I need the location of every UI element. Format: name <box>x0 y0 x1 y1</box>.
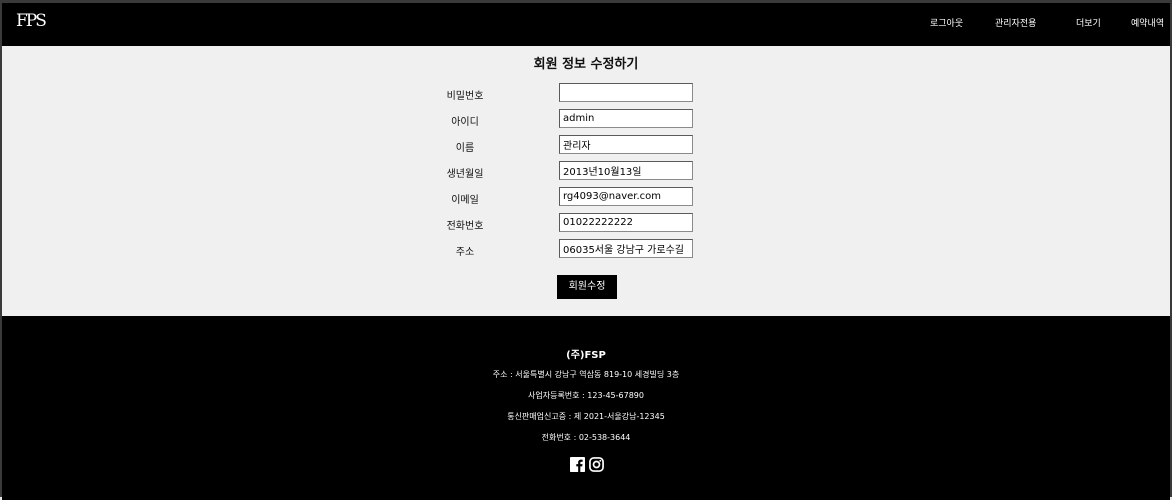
submit-edit-button[interactable]: 회원수정 <box>557 275 617 299</box>
password-field[interactable] <box>559 83 693 102</box>
footer-telecom-no: 통신판매업신고증 : 제 2021-서울강남-12345 <box>507 412 665 421</box>
nav-admin-link[interactable]: 관리자전용 <box>995 16 1036 29</box>
nav-reservations-link[interactable]: 예약내역 <box>1131 16 1164 29</box>
edit-member-form: 회원 정보 수정하기 비밀번호 아이디 이름 생년월일 이메일 전화번호 주소 … <box>2 46 1170 316</box>
page-frame: FPS 로그아웃 관리자전용 더보기 예약내역 회원 정보 수정하기 비밀번호 … <box>0 0 1172 500</box>
nav-more-link[interactable]: 더보기 <box>1076 16 1101 29</box>
phone-label: 전화번호 <box>446 221 484 232</box>
logo[interactable]: FPS <box>16 11 47 31</box>
top-header: FPS 로그아웃 관리자전용 더보기 예약내역 <box>2 3 1170 46</box>
address-label: 주소 <box>455 247 475 258</box>
footer-phone: 전화번호 : 02-538-3644 <box>541 433 631 442</box>
id-field[interactable] <box>559 109 693 128</box>
password-label: 비밀번호 <box>446 91 484 102</box>
id-label: 아이디 <box>451 117 479 128</box>
name-field[interactable] <box>559 135 693 154</box>
name-label: 이름 <box>455 143 475 154</box>
footer-company: (주)FSP <box>566 350 606 361</box>
email-label: 이메일 <box>451 195 479 206</box>
footer-address: 주소 : 서울특별시 강남구 역삼동 819-10 세경빌딩 3층 <box>492 370 680 379</box>
address-field[interactable] <box>559 239 693 258</box>
birthdate-field[interactable] <box>559 161 693 180</box>
instagram-icon[interactable] <box>589 457 604 472</box>
footer-business-no: 사업자등록번호 : 123-45-67890 <box>528 391 644 400</box>
phone-field[interactable] <box>559 213 693 232</box>
page-title: 회원 정보 수정하기 <box>533 57 639 72</box>
facebook-icon[interactable] <box>570 457 585 472</box>
email-field[interactable] <box>559 187 693 206</box>
nav-logout-link[interactable]: 로그아웃 <box>930 16 963 29</box>
birthdate-label: 생년월일 <box>446 169 484 180</box>
footer: (주)FSP 주소 : 서울특별시 강남구 역삼동 819-10 세경빌딩 3층… <box>2 316 1170 500</box>
